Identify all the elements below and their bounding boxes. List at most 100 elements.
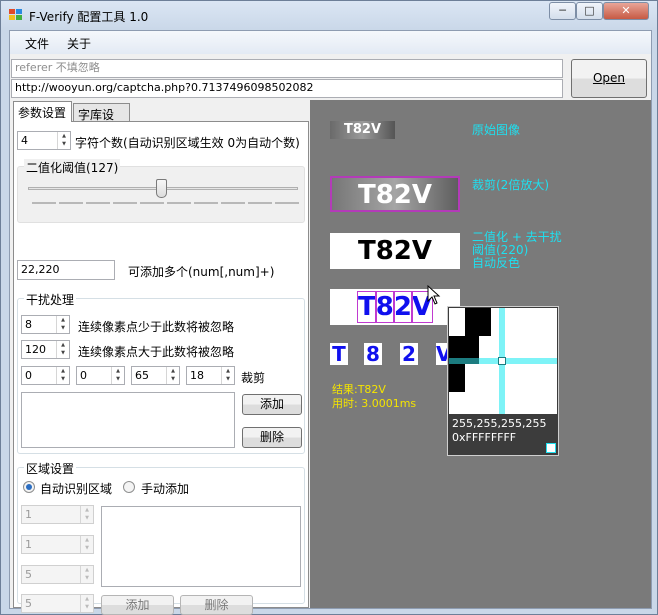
open-button[interactable]: Open bbox=[571, 59, 647, 98]
noise-list[interactable] bbox=[21, 392, 235, 448]
spin-down-icon[interactable]: ▼ bbox=[57, 324, 69, 332]
time-label: 用时: 3.0001ms bbox=[332, 397, 417, 410]
spin-up-icon[interactable]: ▲ bbox=[81, 595, 93, 603]
params-tab-page: 4 ▲ ▼ 字符个数(自动识别区域生效 0为自动个数) 二值化阈值(127) 22… bbox=[13, 121, 309, 615]
spin-arrows[interactable]: ▲ ▼ bbox=[57, 132, 70, 149]
manual-region-radio[interactable] bbox=[123, 481, 135, 493]
spin-arrows[interactable]: ▲ ▼ bbox=[80, 566, 93, 583]
slider-tick bbox=[86, 202, 110, 204]
spin-down-icon[interactable]: ▼ bbox=[57, 375, 69, 383]
slider-tick bbox=[221, 202, 245, 204]
noise-delete-button[interactable]: 删除 bbox=[242, 427, 302, 448]
magnifier-crosshair-icon bbox=[498, 357, 506, 365]
spin-arrows[interactable]: ▲ ▼ bbox=[221, 367, 234, 384]
spin-down-icon[interactable]: ▼ bbox=[222, 375, 234, 383]
spin-up-icon[interactable]: ▲ bbox=[57, 316, 69, 324]
spin-arrows[interactable]: ▲ ▼ bbox=[80, 536, 93, 553]
window-title: F-Verify 配置工具 1.0 bbox=[29, 10, 149, 24]
crop-top-spinner[interactable]: 0 ▲ ▼ bbox=[76, 366, 125, 385]
menu-file[interactable]: 文件 bbox=[25, 35, 49, 52]
spin-up-icon[interactable]: ▲ bbox=[167, 367, 179, 375]
spin-arrows[interactable]: ▲ ▼ bbox=[56, 316, 69, 333]
region-spinner-3-value: 5 bbox=[25, 568, 32, 581]
min-pixels-spinner[interactable]: 8 ▲ ▼ bbox=[21, 315, 70, 334]
region-spinner-1-value: 1 bbox=[25, 508, 32, 521]
spin-arrows[interactable]: ▲ ▼ bbox=[56, 367, 69, 384]
crop-label: 裁剪 bbox=[241, 371, 266, 385]
spin-up-icon[interactable]: ▲ bbox=[81, 566, 93, 574]
slider-tick bbox=[194, 202, 218, 204]
segment-box: T bbox=[356, 291, 377, 323]
original-image-label: 原始图像 bbox=[472, 123, 521, 137]
spin-arrows[interactable]: ▲ ▼ bbox=[111, 367, 124, 384]
max-pixels-value: 120 bbox=[25, 343, 46, 356]
region-spinner-4[interactable]: 5 ▲ ▼ bbox=[21, 594, 94, 613]
spin-down-icon[interactable]: ▼ bbox=[167, 375, 179, 383]
segment-box: 8 bbox=[374, 291, 395, 323]
spin-down-icon[interactable]: ▼ bbox=[81, 603, 93, 611]
minimize-button[interactable]: ─ bbox=[549, 2, 576, 20]
crop-left-spinner[interactable]: 0 ▲ ▼ bbox=[21, 366, 70, 385]
close-button[interactable]: ✕ bbox=[603, 2, 649, 20]
tab-font-library[interactable]: 字库设置 bbox=[73, 103, 130, 139]
binarize-label-3: 自动反色 bbox=[472, 256, 521, 270]
crop-height-value: 18 bbox=[190, 369, 204, 382]
crop-height-spinner[interactable]: 18 ▲ ▼ bbox=[186, 366, 235, 385]
spin-up-icon[interactable]: ▲ bbox=[57, 367, 69, 375]
manual-region-label: 手动添加 bbox=[141, 482, 190, 496]
crop-width-value: 65 bbox=[135, 369, 149, 382]
slider-tick bbox=[140, 202, 164, 204]
tab-params[interactable]: 参数设置 bbox=[13, 101, 72, 122]
region-spinner-2[interactable]: 1 ▲ ▼ bbox=[21, 535, 94, 554]
spin-down-icon[interactable]: ▼ bbox=[81, 544, 93, 552]
region-spinner-2-value: 1 bbox=[25, 538, 32, 551]
threshold-slider-thumb[interactable] bbox=[156, 179, 167, 198]
spin-up-icon[interactable]: ▲ bbox=[58, 132, 70, 140]
spin-down-icon[interactable]: ▼ bbox=[57, 349, 69, 357]
spin-up-icon[interactable]: ▲ bbox=[222, 367, 234, 375]
title-bar[interactable]: F-Verify 配置工具 1.0 ─ □ ✕ bbox=[1, 1, 657, 29]
noise-add-button[interactable]: 添加 bbox=[242, 394, 302, 415]
threshold-multi-input[interactable]: 22,220 bbox=[17, 260, 115, 280]
region-spinner-1[interactable]: 1 ▲ ▼ bbox=[21, 505, 94, 524]
spin-down-icon[interactable]: ▼ bbox=[58, 140, 70, 148]
crop-image-label: 裁剪(2倍放大) bbox=[472, 178, 549, 192]
spin-up-icon[interactable]: ▲ bbox=[57, 341, 69, 349]
crop-width-spinner[interactable]: 65 ▲ ▼ bbox=[131, 366, 180, 385]
spin-up-icon[interactable]: ▲ bbox=[81, 506, 93, 514]
segment-box: 2 bbox=[392, 291, 413, 323]
client-area: 文件 关于 referer 不填忽略 http://wooyun.org/cap… bbox=[9, 30, 652, 615]
char-count-spinner[interactable]: 4 ▲ ▼ bbox=[17, 131, 71, 150]
spin-down-icon[interactable]: ▼ bbox=[112, 375, 124, 383]
cropped-captcha-image: T82V bbox=[330, 176, 460, 212]
crop-top-value: 0 bbox=[80, 369, 87, 382]
auto-region-radio[interactable] bbox=[23, 481, 35, 493]
slider-tick bbox=[275, 202, 299, 204]
spin-down-icon[interactable]: ▼ bbox=[81, 574, 93, 582]
url-input[interactable]: http://wooyun.org/captcha.php?0.71374960… bbox=[11, 79, 563, 98]
slider-tick bbox=[167, 202, 191, 204]
binarize-label-2: 阈值(220) bbox=[472, 243, 529, 257]
spin-arrows[interactable]: ▲ ▼ bbox=[80, 595, 93, 612]
magnifier-rgb: 255,255,255,255 bbox=[452, 417, 547, 430]
min-pixels-value: 8 bbox=[25, 318, 32, 331]
crop-left-value: 0 bbox=[25, 369, 32, 382]
spin-up-icon[interactable]: ▲ bbox=[112, 367, 124, 375]
region-spinner-3[interactable]: 5 ▲ ▼ bbox=[21, 565, 94, 584]
spin-arrows[interactable]: ▲ ▼ bbox=[56, 341, 69, 358]
spin-arrows[interactable]: ▲ ▼ bbox=[80, 506, 93, 523]
region-list[interactable] bbox=[101, 506, 301, 587]
spin-up-icon[interactable]: ▲ bbox=[81, 536, 93, 544]
max-pixels-spinner[interactable]: 120 ▲ ▼ bbox=[21, 340, 70, 359]
menu-about[interactable]: 关于 bbox=[67, 35, 91, 52]
noise-group-title: 干扰处理 bbox=[24, 291, 77, 308]
spin-down-icon[interactable]: ▼ bbox=[81, 514, 93, 522]
region-add-button[interactable]: 添加 bbox=[101, 595, 174, 615]
auto-region-label: 自动识别区域 bbox=[40, 482, 113, 496]
spin-arrows[interactable]: ▲ ▼ bbox=[166, 367, 179, 384]
slider-tick bbox=[32, 202, 56, 204]
magnifier-zoom bbox=[449, 308, 557, 414]
maximize-button[interactable]: □ bbox=[576, 2, 603, 20]
region-delete-button[interactable]: 删除 bbox=[180, 595, 253, 615]
referer-input[interactable]: referer 不填忽略 bbox=[11, 59, 563, 78]
